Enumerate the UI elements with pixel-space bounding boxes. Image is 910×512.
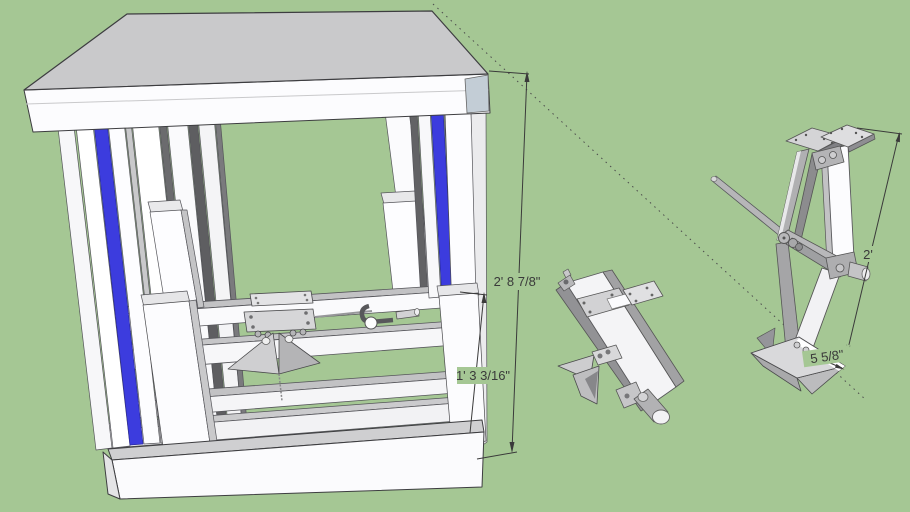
dimension-label-overall-height: 2' 8 7/8" (494, 274, 541, 289)
dimension-label-jack-height: 2' (863, 247, 873, 262)
dimension-label-base-height: 1' 3 3/16" (456, 368, 510, 383)
3d-scene: 2' 8 7/8" 1' 3 3/16" 2' 5 5/8" (0, 0, 910, 512)
corner-panel (464, 74, 490, 114)
crank-socket (652, 409, 670, 425)
model-viewport[interactable]: 2' 8 7/8" 1' 3 3/16" 2' 5 5/8" (0, 0, 910, 512)
